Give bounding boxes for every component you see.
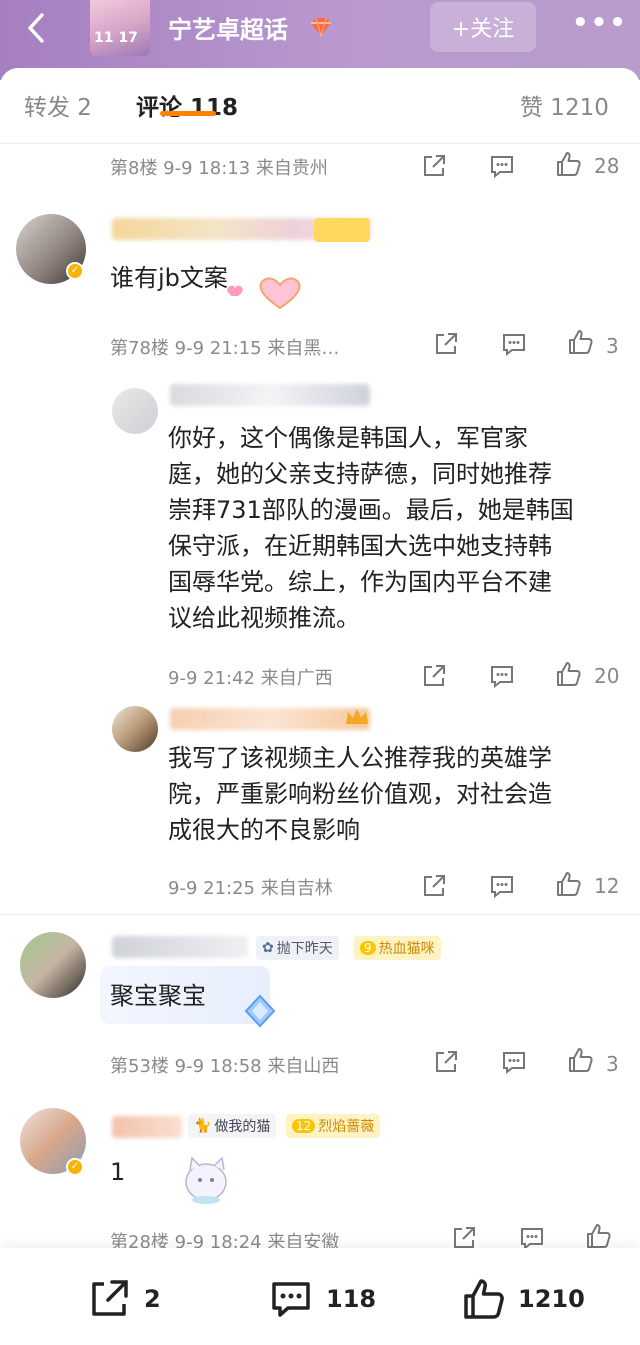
thumbs-up-icon (464, 1279, 504, 1319)
tab-repost[interactable]: 转发 2 (24, 88, 92, 122)
comment-meta: 第53楼 9-9 18:58 来自山西 (110, 1056, 340, 1077)
tab-comments[interactable]: 评论 118 (136, 88, 238, 122)
repost-icon (92, 1280, 128, 1316)
active-tab-indicator (160, 111, 216, 116)
comment-meta: 第8楼 9-9 18:13 来自贵州 (110, 158, 328, 179)
tab-bar: 转发 2 评论 118 赞 1210 (0, 68, 640, 144)
fan-level-badge: 9 热血猫咪 (354, 936, 441, 960)
like-count: 12 (594, 874, 620, 898)
share-icon[interactable] (420, 152, 448, 180)
fan-level-number: 12 (292, 1119, 316, 1133)
comment-icon[interactable] (500, 330, 528, 358)
like-count: 1210 (518, 1285, 585, 1313)
heart-sticker-icon (222, 268, 302, 316)
like-icon[interactable] (584, 1222, 612, 1250)
cat-icon: 🐈 (194, 1118, 212, 1134)
username[interactable] (112, 1116, 182, 1138)
share-icon[interactable] (420, 872, 448, 900)
comment-count: 118 (326, 1285, 377, 1313)
comment-line: 院，严重影响粉丝价值观，对社会造 (168, 780, 552, 808)
fan-level-label: 烈焰蔷薇 (318, 1119, 375, 1135)
username[interactable] (170, 384, 370, 406)
cat-sticker-icon (168, 1148, 238, 1208)
clover-icon: ✿ (262, 940, 274, 956)
avatar[interactable] (112, 388, 158, 434)
comment-line: 成很大的不良影响 (168, 816, 360, 844)
comment-line: 你好，这个偶像是韩国人，军官家 (168, 424, 528, 452)
comment-icon[interactable] (488, 662, 516, 690)
like-count: 20 (594, 664, 620, 688)
like-button[interactable]: 1210 (460, 1276, 585, 1322)
comment-line: 保守派，在近期韩国大选中她支持韩 (168, 532, 552, 560)
avatar[interactable] (20, 932, 86, 998)
comment-sheet: 转发 2 评论 118 赞 1210 (0, 68, 640, 1345)
comment-text: 谁有jb文案 (110, 264, 228, 292)
avatar[interactable] (112, 706, 158, 752)
fan-level-label: 热血猫咪 (378, 941, 435, 957)
comment-bubble-icon (272, 1282, 310, 1317)
topic-thumbnail[interactable]: 11 17 (90, 0, 150, 56)
title-badge: ✿ 抛下昨天 (256, 936, 339, 960)
share-icon[interactable] (432, 330, 460, 358)
comment-text: 你好，这个偶像是韩国人，军官家 庭，她的父亲支持萨德，同时她推荐 崇拜731部队… (168, 420, 628, 636)
like-count: 28 (594, 154, 620, 178)
like-count: 3 (606, 334, 619, 358)
back-arrow-icon[interactable] (20, 10, 56, 46)
like-icon[interactable] (566, 1046, 594, 1074)
comment-text: 我写了该视频主人公推荐我的英雄学 院，严重影响粉丝价值观，对社会造 成很大的不良… (168, 740, 628, 848)
like-icon[interactable] (566, 328, 594, 356)
comment-line: 国辱华党。综上，作为国内平台不建 (168, 568, 552, 596)
like-count: 3 (606, 1052, 619, 1076)
comment-icon[interactable] (488, 152, 516, 180)
like-icon[interactable] (554, 660, 582, 688)
comment-button[interactable]: 118 (268, 1276, 376, 1322)
comment-icon[interactable] (500, 1048, 528, 1076)
repost-count: 2 (144, 1285, 161, 1313)
comment-line: 议给此视频推流。 (168, 604, 360, 632)
username[interactable] (112, 936, 248, 958)
divider (0, 914, 640, 915)
super-topic-gem-icon (308, 16, 334, 38)
fan-level-badge: 12 烈焰蔷薇 (286, 1114, 381, 1138)
title-badge-label: 做我的猫 (214, 1119, 271, 1135)
username[interactable] (170, 708, 370, 730)
like-icon[interactable] (554, 150, 582, 178)
share-icon[interactable] (420, 662, 448, 690)
comment-meta: 9-9 21:25 来自吉林 (168, 878, 333, 899)
share-icon[interactable] (432, 1048, 460, 1076)
diamond-sticker-icon (240, 994, 280, 1028)
more-menu-icon[interactable]: ••• (572, 8, 628, 38)
comment-line: 庭，她的父亲支持萨德，同时她推荐 (168, 460, 552, 488)
crown-badge-icon (344, 706, 370, 728)
verified-badge-icon: ✓ (66, 1158, 84, 1176)
verified-badge-icon: ✓ (66, 262, 84, 280)
fan-level-number: 9 (360, 941, 376, 955)
like-icon[interactable] (554, 870, 582, 898)
comment-icon[interactable] (488, 872, 516, 900)
comment-line: 我写了该视频主人公推荐我的英雄学 (168, 744, 552, 772)
comment-text: 聚宝聚宝 (110, 982, 206, 1010)
bottom-action-bar: 2 118 1210 (0, 1248, 640, 1345)
title-badge: 🐈 做我的猫 (188, 1114, 277, 1138)
repost-button[interactable]: 2 (86, 1276, 161, 1322)
title-badge-label: 抛下昨天 (276, 941, 333, 957)
tab-likes[interactable]: 赞 1210 (520, 88, 609, 122)
comment-meta: 第78楼 9-9 21:15 来自黑… (110, 338, 340, 359)
fan-badge (314, 218, 370, 242)
follow-button[interactable]: +关注 (430, 2, 536, 52)
comment-meta: 9-9 21:42 来自广西 (168, 668, 333, 689)
topic-title[interactable]: 宁艺卓超话 (168, 10, 288, 45)
comment-text: 1 (110, 1158, 126, 1186)
comment-line: 崇拜731部队的漫画。最后，她是韩国 (168, 496, 574, 524)
thumbnail-date: 11 17 (94, 30, 138, 46)
